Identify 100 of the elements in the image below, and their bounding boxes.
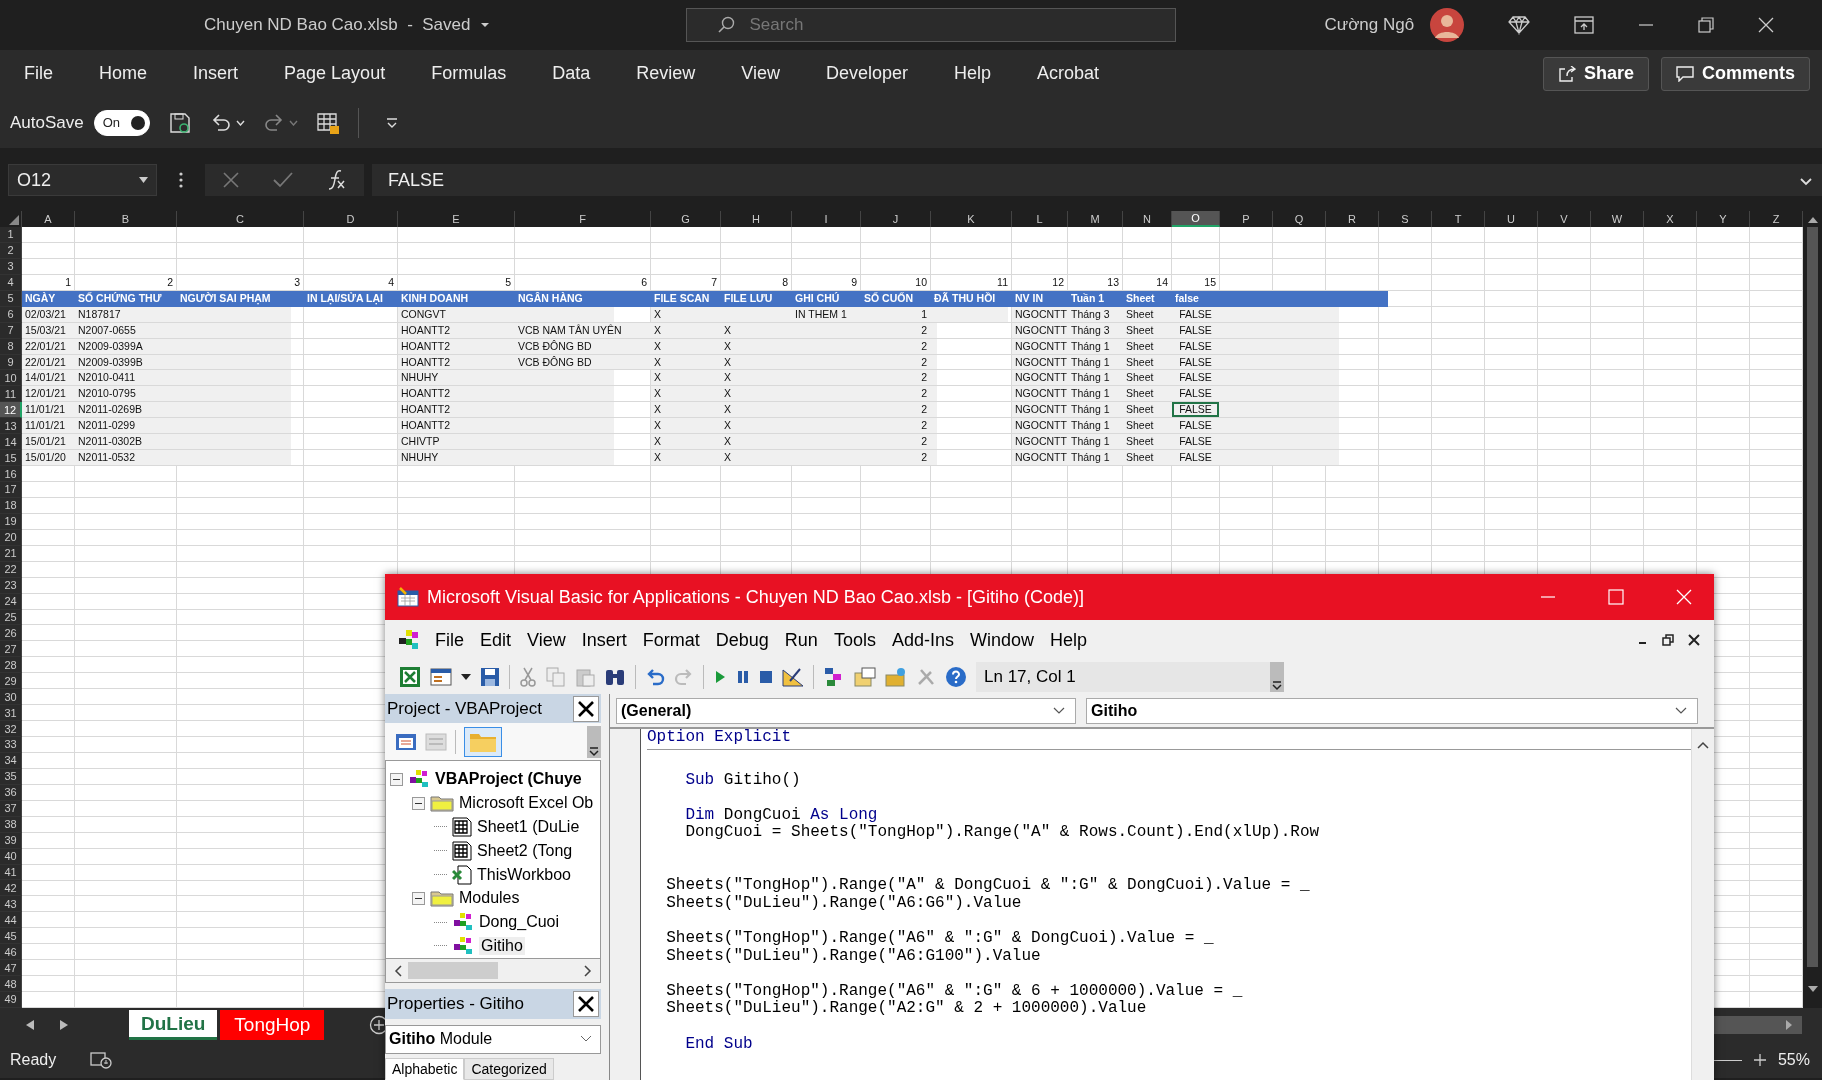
- row-header[interactable]: 13: [0, 418, 22, 435]
- row-header[interactable]: 47: [0, 960, 22, 977]
- row-header[interactable]: 33: [0, 737, 22, 753]
- ribbon-tab[interactable]: Acrobat: [1037, 63, 1100, 84]
- collapse-button[interactable]: [412, 891, 425, 905]
- tree-item[interactable]: Gitiho: [479, 936, 525, 955]
- design-mode-icon[interactable]: [782, 667, 804, 687]
- menu-item[interactable]: Insert: [581, 629, 627, 651]
- scroll-up-icon[interactable]: [1697, 741, 1709, 749]
- select-all-icon[interactable]: [9, 215, 19, 225]
- close-icon[interactable]: [573, 695, 599, 722]
- binoculars-icon[interactable]: [604, 667, 626, 687]
- menu-item[interactable]: Debug: [715, 629, 769, 651]
- scrollbar[interactable]: [1712, 1016, 1802, 1034]
- column-header[interactable]: S: [1379, 211, 1432, 227]
- row-header[interactable]: 48: [0, 976, 22, 992]
- caret-icon[interactable]: [461, 674, 471, 680]
- row-header[interactable]: 1: [0, 227, 22, 243]
- row-header[interactable]: 30: [0, 689, 22, 706]
- view-code-icon[interactable]: [395, 732, 417, 751]
- cancel-icon[interactable]: [221, 171, 240, 189]
- column-header[interactable]: Y: [1697, 211, 1750, 227]
- tree-item[interactable]: Sheet1 (DuLie: [477, 817, 580, 836]
- sheet-tab[interactable]: TongHop: [220, 1010, 325, 1040]
- row-header[interactable]: 26: [0, 625, 22, 642]
- save-icon[interactable]: [167, 110, 192, 135]
- ribbon-tab[interactable]: Formulas: [431, 63, 507, 84]
- run-icon[interactable]: [713, 669, 727, 685]
- formula-field[interactable]: FALSE: [372, 164, 1822, 196]
- row-header[interactable]: 46: [0, 944, 22, 961]
- column-header[interactable]: X: [1644, 211, 1697, 227]
- avatar-icon[interactable]: [1430, 8, 1465, 42]
- diamond-icon[interactable]: [1508, 15, 1531, 35]
- ribbon-display-icon[interactable]: [1574, 16, 1595, 34]
- sheet-tab[interactable]: DuLieu: [129, 1010, 218, 1040]
- menu-item[interactable]: View: [527, 629, 566, 651]
- scroll-down-icon[interactable]: [1807, 986, 1818, 992]
- previous-sheet-icon[interactable]: [26, 1020, 34, 1030]
- column-header[interactable]: J: [861, 211, 931, 227]
- ribbon-tab[interactable]: Home: [99, 63, 148, 84]
- column-header[interactable]: D: [304, 211, 398, 227]
- column-header[interactable]: Q: [1273, 211, 1326, 227]
- redo-icon[interactable]: [262, 111, 285, 134]
- column-header[interactable]: L: [1012, 211, 1068, 227]
- stop-icon[interactable]: [759, 669, 773, 685]
- column-header[interactable]: I: [792, 211, 861, 227]
- row-header[interactable]: 11: [0, 386, 22, 403]
- zoom-level[interactable]: 55%: [1777, 1051, 1810, 1069]
- menu-item[interactable]: File: [435, 629, 464, 651]
- ribbon-tab[interactable]: Help: [954, 63, 991, 84]
- column-header[interactable]: K: [931, 211, 1012, 227]
- tree-item[interactable]: Sheet2 (Tong: [477, 841, 573, 860]
- function-icon[interactable]: [327, 169, 348, 191]
- row-header[interactable]: 31: [0, 705, 22, 722]
- column-header[interactable]: G: [651, 211, 721, 227]
- scroll-thumb[interactable]: [1807, 227, 1818, 967]
- scrollbar[interactable]: [587, 725, 601, 758]
- toolbar-options-icon[interactable]: [1270, 662, 1284, 692]
- column-header[interactable]: O: [1172, 211, 1220, 227]
- object-dropdown[interactable]: (General): [616, 697, 1076, 724]
- tree-item[interactable]: Modules: [459, 889, 520, 908]
- menu-item[interactable]: Run: [784, 629, 818, 651]
- row-header[interactable]: 15: [0, 450, 22, 467]
- autosave-toggle[interactable]: On: [93, 109, 150, 136]
- tree-item[interactable]: Microsoft Excel Ob: [459, 794, 594, 813]
- ribbon-tab[interactable]: File: [24, 63, 53, 84]
- row-header[interactable]: 32: [0, 721, 22, 737]
- object-dropdown[interactable]: Gitiho Module: [385, 1024, 601, 1054]
- undo-icon[interactable]: [645, 667, 665, 687]
- row-header[interactable]: 14: [0, 434, 22, 451]
- menu-item[interactable]: Edit: [480, 629, 512, 651]
- share-button[interactable]: Share: [1542, 56, 1649, 91]
- search-field[interactable]: Search: [686, 8, 1177, 42]
- spreadsheet-icon[interactable]: [399, 666, 421, 688]
- column-header[interactable]: W: [1591, 211, 1644, 227]
- column-header[interactable]: H: [721, 211, 792, 227]
- properties-tab[interactable]: Alphabetic: [385, 1058, 465, 1080]
- comments-button[interactable]: Comments: [1661, 56, 1810, 91]
- row-header[interactable]: 12: [0, 402, 22, 419]
- user-name[interactable]: Cường Ngô: [1324, 15, 1415, 35]
- row-header[interactable]: 49: [0, 992, 22, 1008]
- row-header[interactable]: 17: [0, 482, 22, 498]
- column-header[interactable]: T: [1432, 211, 1485, 227]
- expand-icon[interactable]: [1800, 178, 1812, 186]
- caret-icon[interactable]: [480, 22, 491, 28]
- help-icon[interactable]: [945, 666, 967, 688]
- ribbon-tab[interactable]: Page Layout: [284, 63, 386, 84]
- column-header[interactable]: A: [22, 211, 75, 227]
- column-header[interactable]: P: [1220, 211, 1273, 227]
- column-header[interactable]: E: [398, 211, 515, 227]
- column-header[interactable]: R: [1326, 211, 1379, 227]
- row-header[interactable]: 16: [0, 466, 22, 482]
- restore-icon[interactable]: [1698, 17, 1715, 33]
- column-header[interactable]: Z: [1750, 211, 1803, 227]
- column-header[interactable]: M: [1068, 211, 1123, 227]
- tree-item[interactable]: ThisWorkboo: [477, 865, 571, 884]
- restore-icon[interactable]: [1662, 634, 1674, 646]
- row-header[interactable]: 45: [0, 928, 22, 945]
- scroll-thumb[interactable]: [408, 962, 498, 980]
- ribbon-tab[interactable]: Data: [552, 63, 591, 84]
